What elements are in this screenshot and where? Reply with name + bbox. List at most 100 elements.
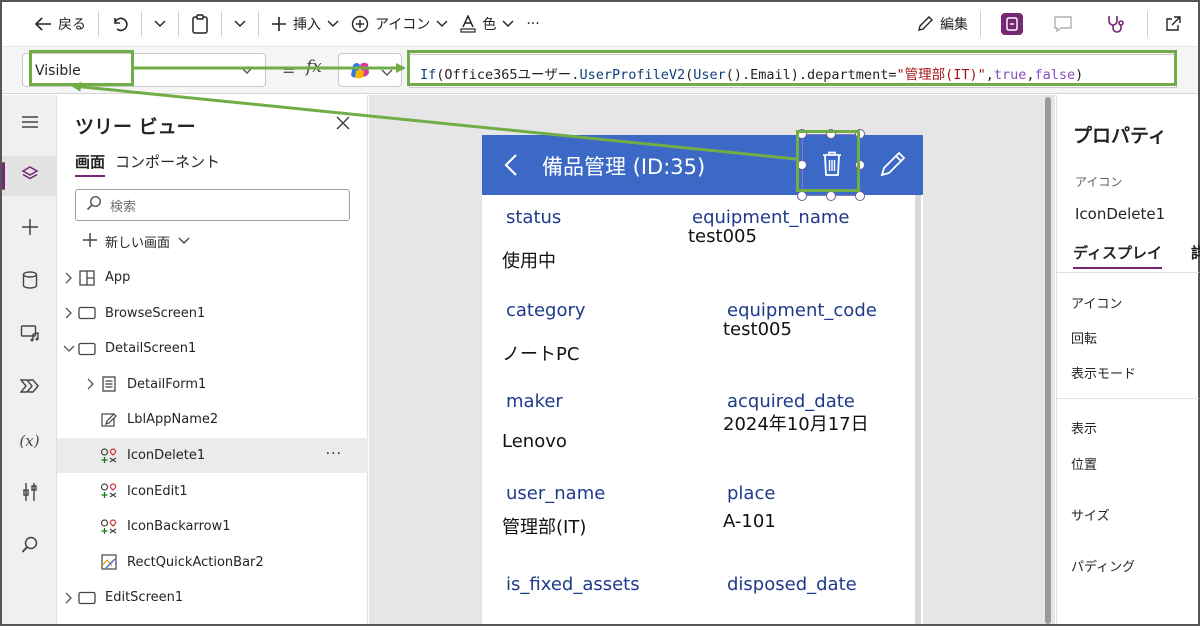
insert-button[interactable]: 挿入	[265, 2, 345, 46]
tree-item-detailscreen1[interactable]: DetailScreen1	[57, 331, 368, 366]
resize-handle[interactable]	[797, 191, 807, 201]
close-button[interactable]	[335, 115, 351, 135]
toolbar-divider	[178, 11, 179, 37]
notebook-icon	[1001, 13, 1023, 35]
form-icon	[99, 376, 119, 392]
field-label-equipment_code: equipment_code	[727, 300, 877, 321]
pencil-icon[interactable]	[880, 151, 906, 181]
comment-icon	[1053, 15, 1073, 33]
tree-item-lblappname2[interactable]: LblAppName2	[57, 402, 368, 437]
new-screen-label: 新しい画面	[105, 236, 171, 251]
back-button[interactable]: 戻る	[28, 2, 92, 46]
app-preview-screen: 備品管理 (ID:35) status 使用中 equipment_name test…	[482, 135, 923, 624]
tree-item-detailform1[interactable]: DetailForm1	[57, 367, 368, 402]
tree-item-iconbackarrow1[interactable]: IconBackarrow1	[57, 509, 368, 544]
comments-button[interactable]	[1037, 2, 1089, 46]
pencil-icon	[916, 15, 934, 33]
back-label: 戻る	[58, 17, 86, 33]
tab-components[interactable]: コンポーネント	[115, 151, 220, 177]
fx-icon: fx	[306, 57, 322, 77]
field-label-maker: maker	[506, 391, 563, 412]
plus-icon	[271, 16, 287, 32]
search-placeholder: 検索	[110, 199, 137, 215]
clipboard-icon	[191, 14, 209, 34]
annotation-box-delete-icon	[796, 130, 860, 192]
tree-view-panel: ツリー ビュー 画面 コンポーネント 検索 新しい画面 App BrowseScr…	[57, 95, 368, 624]
toolbar-divider	[98, 11, 99, 37]
undo-dropdown-button[interactable]	[148, 2, 172, 46]
rail-power-automate[interactable]	[2, 368, 57, 408]
back-arrow-icon[interactable]	[504, 153, 518, 181]
health-check-button[interactable]	[1089, 2, 1141, 46]
rail-insert[interactable]	[2, 209, 57, 249]
rail-variables[interactable]: (x)	[2, 421, 57, 461]
rail-media[interactable]	[2, 315, 57, 355]
rail-tree-view[interactable]	[2, 156, 57, 196]
insert-label: 挿入	[293, 17, 321, 33]
app-scrollbar[interactable]	[915, 195, 921, 624]
more-options-button[interactable]: ···	[326, 446, 342, 462]
tree-item-label: App	[105, 270, 131, 285]
tree-item-icondelete1[interactable]: IconDelete1 ···	[57, 438, 368, 473]
app-checker-toggle[interactable]	[987, 2, 1037, 46]
tree-item-rectquickactionbar2[interactable]: RectQuickActionBar2	[57, 545, 368, 580]
tree-view-title: ツリー ビュー	[75, 116, 196, 138]
color-menu-button[interactable]: 色	[454, 2, 520, 46]
rail-search[interactable]	[2, 527, 57, 567]
tree-search-input[interactable]: 検索	[75, 189, 350, 221]
edit-label: 編集	[940, 17, 968, 33]
prop-row-padding: パディング	[1071, 560, 1136, 575]
undo-button[interactable]	[105, 2, 135, 46]
left-rail: (x)	[2, 95, 57, 624]
chevron-right-icon[interactable]	[61, 307, 77, 319]
chevron-down-icon[interactable]	[61, 345, 77, 353]
field-label-user_name: user_name	[506, 483, 606, 504]
tree-item-editscreen1[interactable]: EditScreen1	[57, 580, 368, 615]
tree-item-label: BrowseScreen1	[105, 305, 206, 321]
control-type-label: アイコン	[1075, 175, 1123, 189]
hamburger-icon	[21, 115, 39, 133]
arrow-left-icon	[34, 16, 52, 32]
toolbar-divider	[258, 11, 259, 37]
chevron-right-icon[interactable]	[61, 272, 77, 284]
tree-item-iconedit1[interactable]: IconEdit1	[57, 474, 368, 509]
chevron-down-icon	[234, 20, 246, 28]
tree-item-browsescreen1[interactable]: BrowseScreen1	[57, 296, 368, 331]
more-commands-button[interactable]: ···	[520, 2, 545, 46]
chevron-right-icon[interactable]	[83, 378, 99, 390]
tab-display[interactable]: ディスプレイ	[1073, 242, 1162, 269]
resize-handle[interactable]	[855, 191, 865, 201]
rail-advanced-tools[interactable]	[2, 474, 57, 514]
hamburger-menu-button[interactable]	[2, 104, 57, 144]
field-value-equipment_name: test005	[688, 226, 757, 247]
copilot-icon	[349, 61, 371, 85]
rail-data[interactable]	[2, 262, 57, 302]
share-button[interactable]	[1154, 2, 1198, 46]
chevron-right-icon[interactable]	[61, 592, 77, 604]
close-icon	[335, 116, 351, 135]
tab-advanced[interactable]: 詳	[1191, 242, 1200, 263]
field-label-is_fixed_assets: is_fixed_assets	[506, 574, 640, 595]
copilot-button[interactable]	[338, 53, 402, 87]
canvas-scrollbar[interactable]	[1045, 97, 1051, 624]
tree-item-app[interactable]: App	[57, 260, 368, 295]
toolbar-divider	[141, 11, 142, 37]
resize-handle[interactable]	[826, 191, 836, 201]
chevron-down-icon	[178, 234, 190, 249]
field-label-acquired_date: acquired_date	[727, 391, 855, 412]
new-screen-button[interactable]: 新しい画面	[83, 232, 190, 251]
add-circle-icon	[351, 15, 369, 33]
field-label-status: status	[506, 207, 562, 228]
tree-item-label: DetailForm1	[127, 376, 207, 392]
properties-panel: プロパティ アイコン IconDelete1 ディスプレイ 詳 アイコン 回転 …	[1056, 95, 1200, 624]
edit-button[interactable]: 編集	[910, 2, 974, 46]
divider	[1057, 398, 1199, 399]
paste-button[interactable]	[185, 2, 215, 46]
chevron-down-icon	[502, 20, 514, 28]
annotation-box-property	[29, 50, 134, 86]
paste-dropdown-button[interactable]	[228, 2, 252, 46]
tab-screens[interactable]: 画面	[75, 151, 106, 177]
icon-control-icon	[99, 447, 119, 464]
icon-menu-button[interactable]: アイコン	[345, 2, 454, 46]
variable-icon: (x)	[19, 432, 40, 450]
